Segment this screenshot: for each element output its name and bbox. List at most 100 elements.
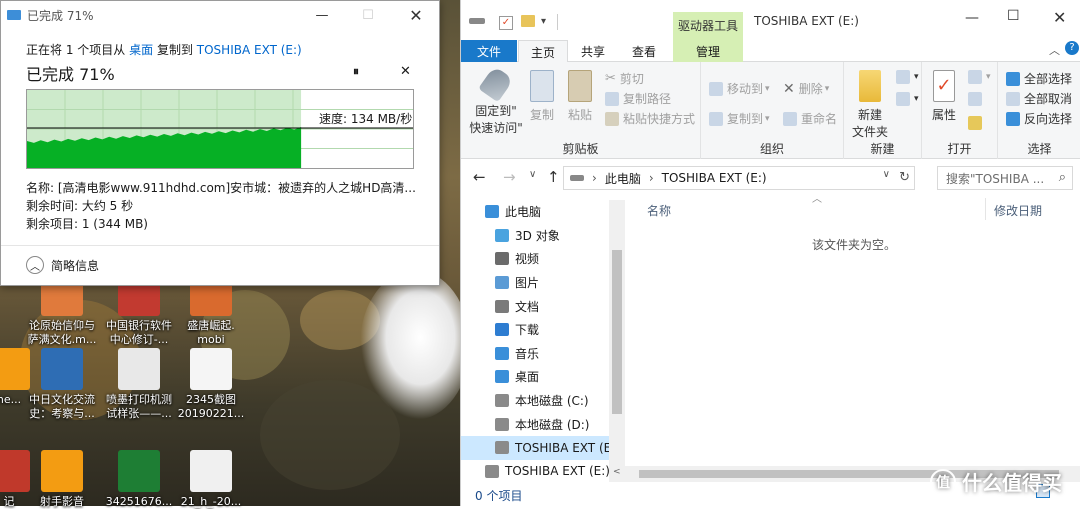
nav-tree-item[interactable]: 3D 对象 bbox=[461, 224, 625, 248]
recent-locations-icon[interactable]: ∨ bbox=[529, 169, 536, 180]
select-all-button[interactable]: 全部选择 bbox=[1006, 70, 1072, 87]
nav-tree-item[interactable]: TOSHIBA EXT (E:) bbox=[461, 460, 625, 482]
search-box[interactable]: 搜索"TOSHIBA ... ⌕ bbox=[937, 166, 1073, 190]
explorer-close-button[interactable]: ✕ bbox=[1053, 8, 1066, 27]
copy-progress-dialog: 已完成 71% — ☐ ✕ 正在将 1 个项目从 桌面 复制到 TOSHIBA … bbox=[0, 0, 440, 286]
nav-tree-item[interactable]: 本地磁盘 (D:) bbox=[461, 412, 625, 436]
refresh-icon[interactable]: ↻ bbox=[899, 170, 910, 185]
desktop-icon[interactable]: 射手影音 bbox=[23, 450, 101, 509]
destination-link[interactable]: TOSHIBA EXT (E:) bbox=[197, 43, 302, 57]
desktop-file-icon bbox=[190, 348, 232, 390]
address-bar[interactable]: › 此电脑 › TOSHIBA EXT (E:) ∨ ↻ bbox=[563, 166, 915, 190]
cut-button[interactable]: ✂ 剪切 bbox=[605, 70, 644, 87]
explorer-maximize-button[interactable]: ☐ bbox=[1007, 8, 1020, 24]
items-left-value: 1 (344 MB) bbox=[81, 217, 148, 231]
open-button[interactable]: ▾ bbox=[968, 70, 991, 84]
nav-tree-item[interactable]: 此电脑 bbox=[461, 200, 625, 224]
help-icon[interactable]: ? bbox=[1065, 41, 1079, 55]
breadcrumb-this-pc[interactable]: 此电脑 bbox=[605, 170, 641, 187]
close-dialog-button[interactable]: ✕ bbox=[393, 1, 439, 29]
new-folder-quick-icon[interactable] bbox=[521, 15, 535, 27]
desktop-icon-label: mobi bbox=[197, 333, 225, 346]
copy-path-button[interactable]: 复制路径 bbox=[605, 90, 671, 107]
desktop-file-icon bbox=[118, 348, 160, 390]
column-header-modified[interactable]: 修改日期 bbox=[994, 202, 1042, 219]
nav-tree-item[interactable]: 音乐 bbox=[461, 342, 625, 366]
rename-button[interactable]: 重命名 bbox=[783, 110, 837, 127]
history-icon bbox=[968, 116, 982, 130]
nav-tree-item[interactable]: 本地磁盘 (C:) bbox=[461, 389, 625, 413]
delete-button[interactable]: ✕ 删除 ▾ bbox=[783, 80, 829, 97]
column-header-name[interactable]: 名称 bbox=[647, 202, 671, 219]
select-none-button[interactable]: 全部取消 bbox=[1006, 90, 1072, 107]
quick-access-dropdown-icon[interactable]: ▾ bbox=[541, 16, 546, 27]
desktop-icon-label: 萨满文化.m... bbox=[27, 333, 97, 346]
forward-arrow-icon[interactable]: → bbox=[503, 168, 516, 186]
organize-group-label: 组织 bbox=[759, 142, 784, 156]
time-left-row: 剩余时间: 大约 5 秒 bbox=[26, 197, 416, 215]
column-divider[interactable] bbox=[985, 198, 986, 220]
paste-button[interactable]: 粘贴 bbox=[565, 70, 595, 123]
cancel-copy-button[interactable]: ✕ bbox=[400, 64, 411, 79]
properties-button[interactable]: ✓ 属性 bbox=[928, 70, 960, 123]
desktop-icon[interactable]: 2345截图 20190221... bbox=[172, 348, 250, 421]
breadcrumb-drive[interactable]: TOSHIBA EXT (E:) bbox=[662, 171, 767, 185]
pin-quick-access-button[interactable]: 固定到" 快速访问" bbox=[465, 65, 527, 136]
desktop-icon[interactable]: 34251676... bbox=[100, 450, 178, 509]
tab-home[interactable]: 主页 bbox=[518, 40, 568, 63]
up-arrow-icon[interactable]: ↑ bbox=[547, 168, 560, 186]
easy-access-button[interactable]: ▾ bbox=[896, 92, 919, 106]
desktop-icon-label: 论原始信仰与 bbox=[29, 319, 95, 332]
desktop-icon-label: 中日文化交流 bbox=[29, 393, 95, 406]
desktop-icon[interactable]: 中日文化交流 史：考察与... bbox=[23, 348, 101, 421]
new-folder-button[interactable]: 新建 文件夹 bbox=[848, 70, 892, 140]
desktop-icon-label: 射手影音 bbox=[40, 495, 84, 508]
copy-to-button[interactable]: 复制到 ▾ bbox=[709, 110, 770, 127]
tab-manage[interactable]: 管理 bbox=[673, 40, 743, 62]
drive-icon bbox=[469, 18, 485, 24]
tab-share[interactable]: 共享 bbox=[569, 40, 617, 62]
minimize-button[interactable]: — bbox=[299, 1, 345, 29]
invert-selection-button[interactable]: 反向选择 bbox=[1006, 110, 1072, 127]
nav-scrollbar-thumb[interactable] bbox=[612, 250, 622, 414]
nav-tree-item[interactable]: 桌面 bbox=[461, 365, 625, 389]
breadcrumb-chevron-icon[interactable]: › bbox=[592, 171, 597, 185]
nav-tree-item[interactable]: 图片 bbox=[461, 271, 625, 295]
copy-button[interactable]: 复制 bbox=[527, 70, 557, 123]
paste-shortcut-button[interactable]: 粘贴快捷方式 bbox=[605, 110, 695, 127]
move-to-button[interactable]: 移动到 ▾ bbox=[709, 80, 770, 97]
properties-quick-icon[interactable]: ✓ bbox=[499, 16, 513, 30]
address-dropdown-icon[interactable]: ∨ bbox=[883, 169, 890, 180]
nav-tree-item[interactable]: 文档 bbox=[461, 294, 625, 318]
desktop-icon[interactable]: 喷墨打印机测 试样张——... bbox=[100, 348, 178, 421]
history-button[interactable] bbox=[968, 116, 986, 130]
pause-button[interactable]: ⏸ bbox=[353, 64, 359, 79]
nav-tree-item-icon bbox=[495, 323, 509, 337]
nav-tree-item-icon bbox=[485, 464, 499, 478]
fewer-details-button[interactable]: ︿ 简略信息 bbox=[26, 256, 99, 274]
explorer-titlebar: ✓ ▾ 驱动器工具 TOSHIBA EXT (E:) — ☐ ✕ bbox=[461, 0, 1080, 40]
nav-scrollbar[interactable] bbox=[609, 200, 625, 482]
items-left-label: 剩余项目: bbox=[26, 217, 82, 231]
source-link[interactable]: 桌面 bbox=[129, 43, 153, 57]
scroll-left-icon[interactable]: < bbox=[613, 467, 621, 477]
navigation-bar: ← → ∨ ↑ › 此电脑 › TOSHIBA EXT (E:) ∨ ↻ 搜索"… bbox=[461, 166, 1080, 190]
paste-icon bbox=[568, 70, 592, 102]
breadcrumb-chevron-icon[interactable]: › bbox=[649, 171, 654, 185]
collapse-ribbon-icon[interactable]: ︿ bbox=[1049, 42, 1060, 58]
select-group-label: 选择 bbox=[1027, 142, 1052, 156]
nav-tree-item[interactable]: 下载 bbox=[461, 318, 625, 342]
tab-view[interactable]: 查看 bbox=[619, 40, 669, 62]
tab-file[interactable]: 文件 bbox=[461, 40, 517, 62]
nav-tree-item-label: 3D 对象 bbox=[515, 228, 560, 243]
fewer-details-label: 简略信息 bbox=[51, 258, 100, 273]
nav-tree-item[interactable]: TOSHIBA EXT (E:) bbox=[461, 435, 625, 460]
edit-button[interactable] bbox=[968, 92, 986, 106]
explorer-minimize-button[interactable]: — bbox=[965, 10, 979, 26]
nav-tree-item[interactable]: 视频 bbox=[461, 247, 625, 271]
back-arrow-icon[interactable]: ← bbox=[473, 168, 486, 186]
new-item-button[interactable]: ▾ bbox=[896, 70, 919, 84]
speed-label: 速度: 134 MB/秒 bbox=[319, 112, 413, 126]
select-group: 全部选择 全部取消 反向选择 选择 bbox=[998, 62, 1080, 159]
desktop-icon[interactable]: 21_h_-20... bbox=[172, 450, 250, 509]
